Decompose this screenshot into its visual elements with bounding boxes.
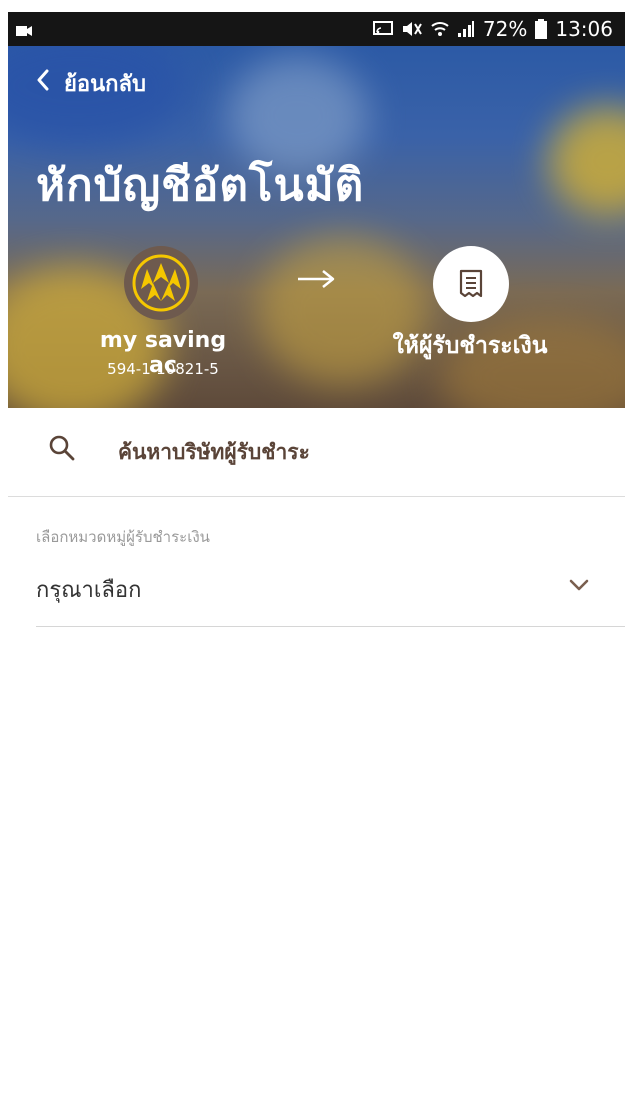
background-blur <box>548 106 625 216</box>
source-account-number: 594-1-10821-5 <box>107 360 219 378</box>
divider <box>36 626 625 627</box>
biller-search-bar[interactable]: ค้นหาบริษัทผู้รับชำระ <box>8 408 625 497</box>
chevron-left-icon <box>36 69 50 97</box>
header-banner: ย้อนกลับ หักบัญชีอัตโนมัติ my saving ac … <box>8 46 625 408</box>
search-icon <box>48 434 76 466</box>
back-button[interactable]: ย้อนกลับ <box>36 66 146 100</box>
status-bar: 72% 13:06 <box>8 12 625 46</box>
screen-mirror-icon <box>372 21 393 37</box>
category-dropdown[interactable]: กรุณาเลือก <box>36 572 141 607</box>
arrow-right-icon <box>296 268 336 294</box>
signal-icon <box>457 20 475 38</box>
chevron-down-icon[interactable] <box>568 577 590 596</box>
video-notification-icon <box>16 22 32 36</box>
receipt-icon <box>433 246 509 322</box>
back-label: ย้อนกลับ <box>64 71 146 97</box>
destination-label: ให้ผู้รับชำระเงิน <box>392 333 548 359</box>
app-screen: 72% 13:06 ย้อนกลับ หักบัญชีอัตโนมัติ my … <box>8 12 625 1105</box>
battery-percent: 72% <box>482 17 528 41</box>
category-field-label: เลือกหมวดหมู่ผู้รับชำระเงิน <box>36 528 210 546</box>
wifi-icon <box>431 20 449 38</box>
mute-icon <box>401 20 423 38</box>
bank-logo-icon <box>124 246 198 320</box>
clock: 13:06 <box>555 17 613 41</box>
search-label: ค้นหาบริษัทผู้รับชำระ <box>118 440 310 464</box>
battery-icon <box>535 19 548 39</box>
page-title: หักบัญชีอัตโนมัติ <box>36 160 365 211</box>
